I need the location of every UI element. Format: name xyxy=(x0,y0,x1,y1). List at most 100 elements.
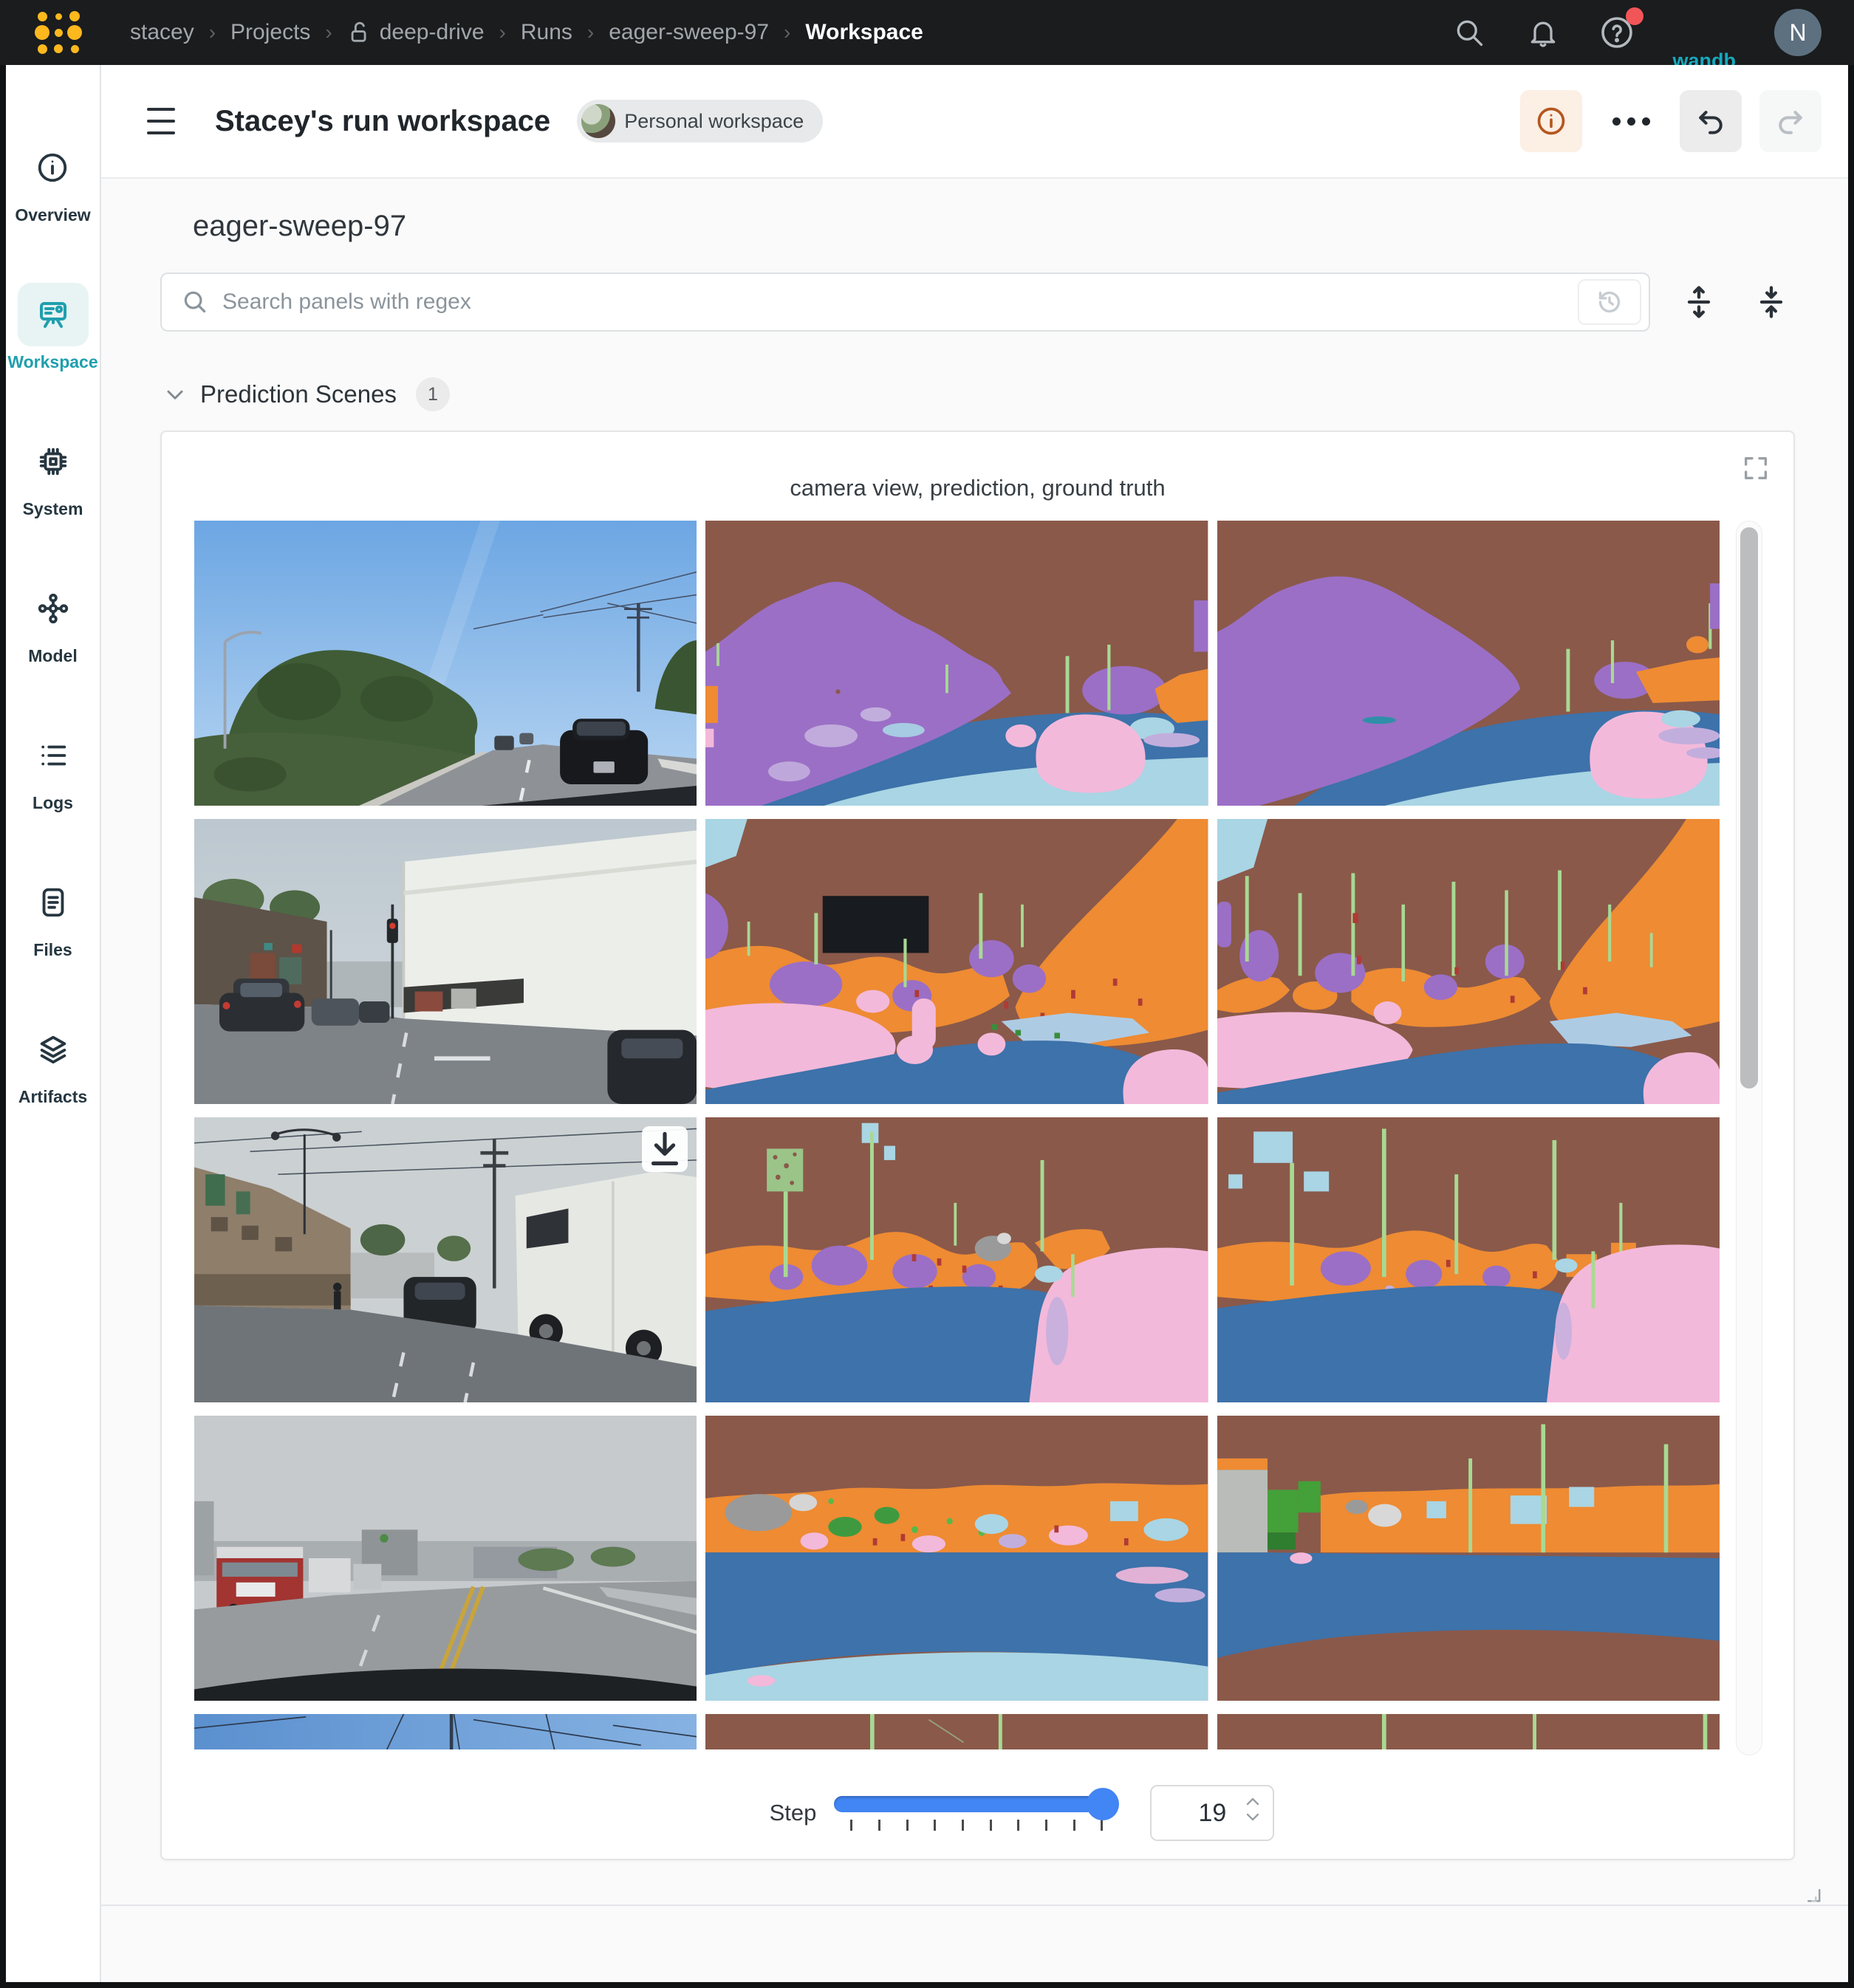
workspace-header: Stacey's run workspace Personal workspac… xyxy=(101,65,1848,179)
breadcrumb-project[interactable]: deep-drive xyxy=(380,20,485,45)
media-scrollbar-track[interactable] xyxy=(1736,521,1762,1755)
ellipsis-icon xyxy=(1612,117,1650,126)
prediction-scenes-panel: camera view, prediction, ground truth xyxy=(160,431,1795,1860)
step-slider[interactable] xyxy=(834,1796,1113,1831)
collapse-vertical-icon xyxy=(1752,283,1790,321)
search-icon xyxy=(181,288,209,316)
workspace-board-icon xyxy=(35,297,71,332)
wandb-logo-icon[interactable] xyxy=(34,8,83,57)
run-name-heading: eager-sweep-97 xyxy=(193,210,1795,243)
camera-view-image[interactable] xyxy=(194,819,697,1104)
more-options-button[interactable] xyxy=(1600,90,1662,152)
search-history-button[interactable] xyxy=(1578,279,1641,325)
run-sidebar: Overview Workspace System Model Logs Fil… xyxy=(6,65,101,1982)
sidebar-item-files[interactable]: Files xyxy=(18,871,89,960)
download-image-button[interactable] xyxy=(642,1126,688,1172)
prediction-image[interactable] xyxy=(705,1117,1208,1402)
artifacts-layers-icon xyxy=(36,1032,70,1066)
breadcrumb-runs[interactable]: Runs xyxy=(521,20,572,45)
pill-label: Personal workspace xyxy=(624,110,804,133)
step-label: Step xyxy=(770,1800,817,1826)
expand-vertical-icon xyxy=(1680,283,1718,321)
undo-button[interactable] xyxy=(1680,90,1742,152)
step-control: Step 19 xyxy=(239,1785,1805,1841)
page-title: Stacey's run workspace xyxy=(215,105,550,138)
breadcrumb-separator: › xyxy=(784,21,790,44)
prediction-image[interactable] xyxy=(705,819,1208,1104)
breadcrumb-user[interactable]: stacey xyxy=(130,20,194,45)
main-panel: Stacey's run workspace Personal workspac… xyxy=(101,65,1848,1982)
ground-truth-image[interactable] xyxy=(1217,1416,1720,1701)
section-collapse-chevron[interactable] xyxy=(160,380,190,409)
workspace-content: eager-sweep-97 xyxy=(101,179,1848,1982)
camera-view-image[interactable] xyxy=(194,1416,697,1701)
camera-view-image[interactable] xyxy=(194,521,697,806)
help-icon[interactable] xyxy=(1599,15,1635,50)
history-clock-icon xyxy=(1595,287,1624,317)
step-decrement-icon[interactable] xyxy=(1245,1812,1261,1822)
info-button[interactable] xyxy=(1520,90,1582,152)
resize-handle-icon[interactable] xyxy=(1804,1885,1826,1908)
section-count-badge: 1 xyxy=(416,377,450,411)
prediction-image[interactable] xyxy=(705,521,1208,806)
info-circle-icon xyxy=(1535,105,1567,137)
expand-panels-button[interactable] xyxy=(1675,278,1723,326)
step-slider-track[interactable] xyxy=(834,1796,1113,1812)
model-graph-icon xyxy=(36,592,70,625)
user-avatar[interactable]: N xyxy=(1774,9,1821,56)
ground-truth-image[interactable] xyxy=(1217,1714,1720,1749)
fullscreen-button[interactable] xyxy=(1739,451,1773,485)
camera-view-image[interactable] xyxy=(194,1117,697,1402)
notifications-bell-icon[interactable] xyxy=(1525,15,1561,50)
fullscreen-icon xyxy=(1741,453,1771,483)
section-title[interactable]: Prediction Scenes xyxy=(200,380,397,408)
cpu-chip-icon xyxy=(36,445,70,479)
sidebar-item-workspace[interactable]: Workspace xyxy=(7,283,98,372)
logs-list-icon xyxy=(36,738,70,772)
step-value: 19 xyxy=(1198,1799,1226,1828)
breadcrumb-projects[interactable]: Projects xyxy=(230,20,310,45)
workarea: Overview Workspace System Model Logs Fil… xyxy=(6,65,1848,1982)
chevron-down-icon xyxy=(162,381,188,408)
pill-avatar xyxy=(581,104,615,138)
menu-hamburger-icon[interactable] xyxy=(147,108,179,134)
sidebar-item-system[interactable]: System xyxy=(18,430,89,519)
panel-search-input[interactable] xyxy=(222,289,1578,315)
step-slider-thumb[interactable] xyxy=(1087,1788,1119,1820)
breadcrumb-separator: › xyxy=(499,21,506,44)
camera-view-image[interactable] xyxy=(194,1714,697,1749)
sidebar-item-logs[interactable]: Logs xyxy=(18,724,89,813)
ground-truth-image[interactable] xyxy=(1217,1117,1720,1402)
step-number-input[interactable]: 19 xyxy=(1150,1785,1274,1841)
ground-truth-image[interactable] xyxy=(1217,819,1720,1104)
download-icon xyxy=(642,1126,688,1172)
prediction-image[interactable] xyxy=(705,1416,1208,1701)
collapse-panels-button[interactable] xyxy=(1748,278,1795,326)
undo-icon xyxy=(1694,105,1727,137)
panel-search-box[interactable] xyxy=(160,273,1650,332)
redo-icon xyxy=(1774,105,1807,137)
step-increment-icon[interactable] xyxy=(1245,1797,1261,1807)
top-navbar: stacey › Projects › deep-drive › Runs › … xyxy=(0,0,1854,65)
media-grid xyxy=(194,521,1720,1749)
search-icon[interactable] xyxy=(1451,15,1487,50)
workspace-pill[interactable]: Personal workspace xyxy=(577,100,823,143)
breadcrumb-separator: › xyxy=(325,21,332,44)
breadcrumb-workspace: Workspace xyxy=(805,20,923,45)
bottom-strip xyxy=(160,1906,1795,1924)
sidebar-item-overview[interactable]: Overview xyxy=(15,136,90,225)
info-icon xyxy=(35,151,69,185)
media-scrollbar-thumb[interactable] xyxy=(1740,527,1758,1089)
media-panel-title: camera view, prediction, ground truth xyxy=(194,475,1761,501)
ground-truth-image[interactable] xyxy=(1217,521,1720,806)
breadcrumb-run[interactable]: eager-sweep-97 xyxy=(609,20,769,45)
sidebar-item-artifacts[interactable]: Artifacts xyxy=(18,1018,89,1107)
section-header: Prediction Scenes 1 xyxy=(160,377,1795,411)
sidebar-item-model[interactable]: Model xyxy=(18,577,89,666)
step-slider-ticks xyxy=(834,1812,1113,1831)
breadcrumb: stacey › Projects › deep-drive › Runs › … xyxy=(130,20,923,45)
redo-button[interactable] xyxy=(1759,90,1821,152)
prediction-image[interactable] xyxy=(705,1714,1208,1749)
breadcrumb-separator: › xyxy=(209,21,216,44)
open-lock-icon xyxy=(347,20,372,45)
